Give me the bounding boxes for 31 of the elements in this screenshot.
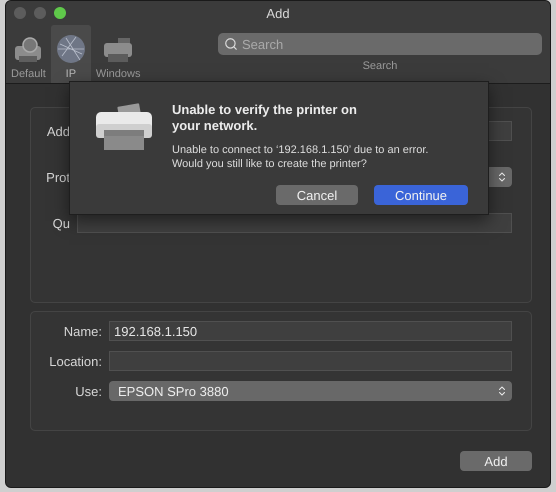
minimize-icon[interactable]: [34, 7, 46, 19]
add-button[interactable]: Add: [460, 451, 532, 471]
printer-magnifier-icon: [13, 36, 44, 64]
alert-message: Unable to connect to ‘192.168.1.150’ due to an error. Would you still like to create the printer?: [172, 143, 430, 171]
text-field[interactable]: 192.168.1.150: [109, 321, 512, 341]
field-label: Add: [46, 124, 70, 138]
search-caption: Search: [362, 60, 398, 72]
chevrons-icon: [496, 385, 508, 397]
printer-icon: [94, 102, 154, 152]
printer-icon: [102, 36, 134, 64]
field-label: Prot: [45, 170, 70, 184]
field-label: Use:: [74, 384, 102, 398]
field-label: Location:: [48, 354, 102, 368]
text-field[interactable]: [77, 213, 512, 233]
window-title: Add: [266, 6, 290, 20]
field-label: Name:: [62, 324, 102, 338]
zoom-icon[interactable]: [54, 7, 66, 19]
continue-button[interactable]: Continue: [374, 185, 468, 205]
toolbar-tab[interactable]: Default: [6, 25, 51, 83]
text-field[interactable]: [109, 351, 512, 371]
globe-icon: [56, 34, 86, 64]
popup-menu[interactable]: EPSON SPro 3880: [109, 381, 512, 401]
toolbar-tab[interactable]: IP: [50, 25, 91, 83]
search-icon: [224, 37, 238, 51]
alert-title: Unable to verify the printer on your network.: [172, 102, 358, 134]
search-field[interactable]: Search: [218, 33, 542, 55]
search-input[interactable]: Search: [242, 36, 536, 52]
cancel-button[interactable]: Cancel: [276, 185, 358, 205]
chevrons-icon: [496, 171, 508, 183]
close-icon[interactable]: [14, 7, 26, 19]
field-label: Qu: [52, 216, 70, 230]
